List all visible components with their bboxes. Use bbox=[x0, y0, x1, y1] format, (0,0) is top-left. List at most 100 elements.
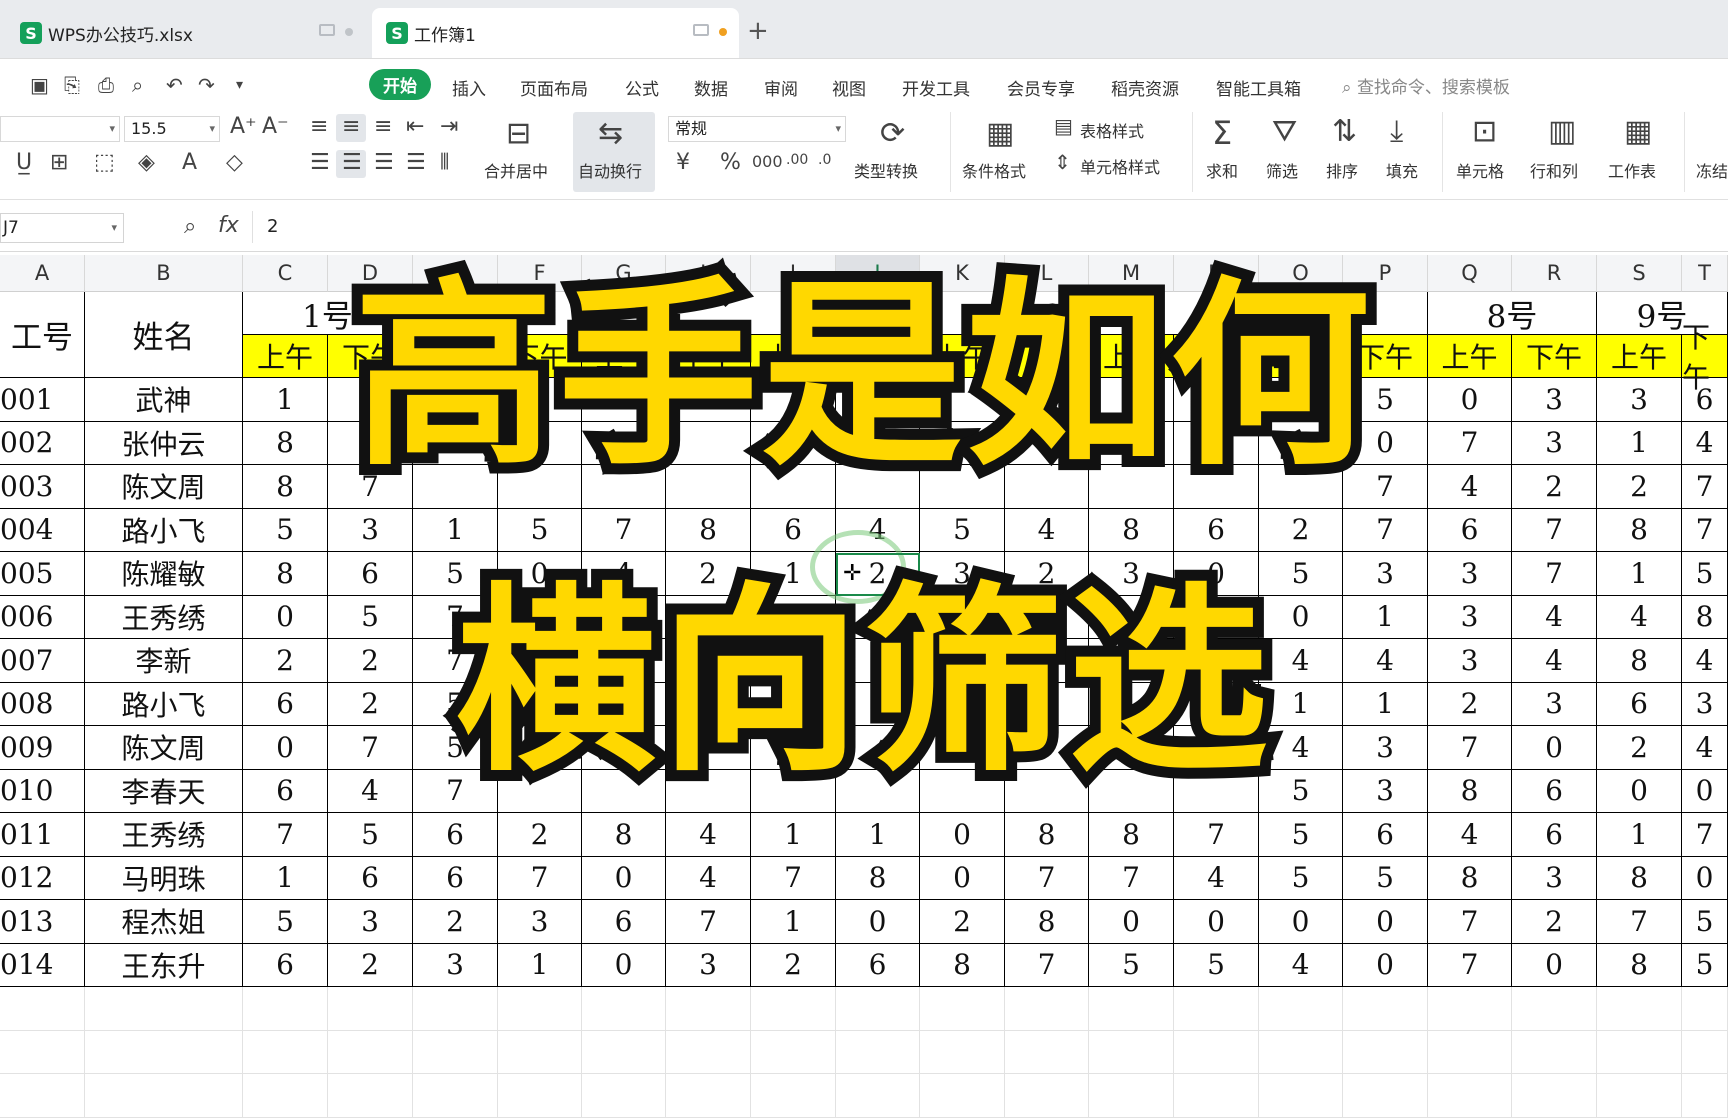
menu-data[interactable]: 数据 bbox=[694, 75, 728, 100]
empty-cell[interactable] bbox=[666, 1074, 751, 1118]
menu-resources[interactable]: 稻壳资源 bbox=[1111, 75, 1179, 100]
value-cell[interactable]: 0 bbox=[1512, 943, 1597, 987]
number-format-select[interactable]: 常规 ▾ bbox=[668, 116, 846, 142]
conditional-format-icon[interactable]: ▦ bbox=[986, 116, 1014, 151]
empty-cell[interactable] bbox=[328, 1030, 413, 1074]
empty-cell[interactable] bbox=[836, 987, 920, 1031]
value-cell[interactable]: 7 bbox=[1682, 813, 1728, 857]
empty-cell[interactable] bbox=[1597, 1030, 1682, 1074]
value-cell[interactable]: 6 bbox=[1512, 813, 1597, 857]
value-cell[interactable]: 5 bbox=[920, 508, 1005, 552]
value-cell[interactable]: 7 bbox=[1428, 943, 1512, 987]
align-middle-icon[interactable]: ≡ bbox=[342, 114, 360, 139]
decrease-decimal-icon[interactable]: .0 bbox=[818, 152, 831, 168]
empty-cell[interactable] bbox=[666, 987, 751, 1031]
value-cell[interactable]: 8 bbox=[1597, 508, 1682, 552]
value-cell[interactable]: 8 bbox=[666, 508, 751, 552]
value-cell[interactable]: 0 bbox=[1259, 900, 1343, 944]
empty-cell[interactable] bbox=[0, 1074, 85, 1118]
menu-insert[interactable]: 插入 bbox=[452, 75, 486, 100]
tab-wps-tips[interactable]: S WPS办公技巧.xlsx bbox=[0, 8, 365, 58]
value-cell[interactable]: 0 bbox=[1089, 900, 1174, 944]
empty-cell[interactable] bbox=[413, 1074, 498, 1118]
empty-cell[interactable] bbox=[498, 987, 582, 1031]
employee-name[interactable]: 路小飞 bbox=[85, 508, 243, 552]
value-cell[interactable]: 7 bbox=[1512, 508, 1597, 552]
name-box[interactable]: J7 ▾ bbox=[0, 213, 124, 243]
close-dot-icon[interactable] bbox=[345, 28, 353, 36]
value-cell[interactable]: 5 bbox=[1682, 943, 1728, 987]
value-cell[interactable]: 8 bbox=[920, 943, 1005, 987]
value-cell[interactable]: 1 bbox=[243, 856, 328, 900]
empty-cell[interactable] bbox=[0, 1030, 85, 1074]
value-cell[interactable]: 4 bbox=[1428, 813, 1512, 857]
value-cell[interactable]: 7 bbox=[1005, 943, 1089, 987]
value-cell[interactable]: 5 bbox=[1682, 900, 1728, 944]
value-cell[interactable]: 7 bbox=[751, 856, 836, 900]
value-cell[interactable]: 3 bbox=[328, 900, 413, 944]
decrease-font-icon[interactable]: A⁻ bbox=[262, 114, 289, 139]
print-icon[interactable]: ⎙ bbox=[98, 73, 114, 97]
value-cell[interactable]: 7 bbox=[1005, 856, 1089, 900]
value-cell[interactable]: 7 bbox=[1597, 900, 1682, 944]
value-cell[interactable]: 8 bbox=[1089, 508, 1174, 552]
justify-icon[interactable]: ☰ bbox=[406, 150, 426, 175]
value-cell[interactable]: 3 bbox=[498, 900, 582, 944]
value-cell[interactable]: 3 bbox=[666, 943, 751, 987]
value-cell[interactable]: 0 bbox=[582, 943, 666, 987]
value-cell[interactable]: 1 bbox=[413, 508, 498, 552]
menu-developer[interactable]: 开发工具 bbox=[902, 75, 970, 100]
value-cell[interactable]: 0 bbox=[1682, 856, 1728, 900]
table-style-icon[interactable]: ▤ bbox=[1054, 114, 1073, 138]
empty-cell[interactable] bbox=[666, 1030, 751, 1074]
zoom-icon[interactable]: ⌕ bbox=[184, 214, 196, 239]
sort-icon[interactable]: ⇅ bbox=[1332, 114, 1357, 149]
value-cell[interactable]: 2 bbox=[328, 943, 413, 987]
value-cell[interactable]: 6 bbox=[328, 856, 413, 900]
wrap-text-icon[interactable]: ⇆ bbox=[598, 116, 623, 151]
value-cell[interactable]: 8 bbox=[1428, 856, 1512, 900]
value-cell[interactable]: 0 bbox=[836, 900, 920, 944]
employee-name[interactable]: 程杰姐 bbox=[85, 900, 243, 944]
employee-name[interactable]: 王秀绣 bbox=[85, 813, 243, 857]
value-cell[interactable]: 8 bbox=[1005, 900, 1089, 944]
align-left-icon[interactable]: ☰ bbox=[310, 150, 330, 175]
convert-icon[interactable]: ⟳ bbox=[880, 116, 905, 151]
border-icon[interactable]: ⊞ bbox=[50, 150, 68, 175]
export-icon[interactable]: ⎘ bbox=[64, 73, 80, 97]
empty-cell[interactable] bbox=[1428, 987, 1512, 1031]
clear-format-icon[interactable]: ◇ bbox=[226, 150, 243, 175]
value-cell[interactable]: 6 bbox=[1174, 508, 1259, 552]
value-cell[interactable]: 5 bbox=[243, 508, 328, 552]
value-cell[interactable]: 6 bbox=[413, 813, 498, 857]
cells-button[interactable]: 单元格 bbox=[1456, 158, 1504, 182]
empty-cell[interactable] bbox=[1597, 1074, 1682, 1118]
empty-cell[interactable] bbox=[1682, 987, 1728, 1031]
menu-toolbox[interactable]: 智能工具箱 bbox=[1216, 75, 1301, 100]
empty-cell[interactable] bbox=[1174, 1030, 1259, 1074]
value-cell[interactable]: 4 bbox=[666, 856, 751, 900]
empty-cell[interactable] bbox=[836, 1030, 920, 1074]
empty-cell[interactable] bbox=[1259, 987, 1343, 1031]
value-cell[interactable]: 7 bbox=[1343, 508, 1428, 552]
employee-id[interactable]: 012 bbox=[0, 856, 85, 900]
employee-name[interactable]: 王东升 bbox=[85, 943, 243, 987]
empty-cell[interactable] bbox=[328, 1074, 413, 1118]
value-cell[interactable]: 3 bbox=[1512, 856, 1597, 900]
value-cell[interactable]: 1 bbox=[498, 943, 582, 987]
empty-cell[interactable] bbox=[498, 1074, 582, 1118]
value-cell[interactable]: 6 bbox=[243, 943, 328, 987]
empty-cell[interactable] bbox=[1682, 1030, 1728, 1074]
value-cell[interactable]: 1 bbox=[836, 813, 920, 857]
sort-button[interactable]: 排序 bbox=[1326, 158, 1358, 182]
merge-center-button[interactable]: 合并居中 bbox=[484, 158, 548, 182]
employee-id[interactable]: 004 bbox=[0, 508, 85, 552]
empty-cell[interactable] bbox=[1343, 1074, 1428, 1118]
empty-cell[interactable] bbox=[1259, 1030, 1343, 1074]
worksheet-button[interactable]: 工作表 bbox=[1608, 158, 1656, 182]
empty-cell[interactable] bbox=[1259, 1074, 1343, 1118]
menu-view[interactable]: 视图 bbox=[832, 75, 866, 100]
empty-cell[interactable] bbox=[1174, 987, 1259, 1031]
value-cell[interactable]: 7 bbox=[1174, 813, 1259, 857]
empty-cell[interactable] bbox=[1005, 987, 1089, 1031]
